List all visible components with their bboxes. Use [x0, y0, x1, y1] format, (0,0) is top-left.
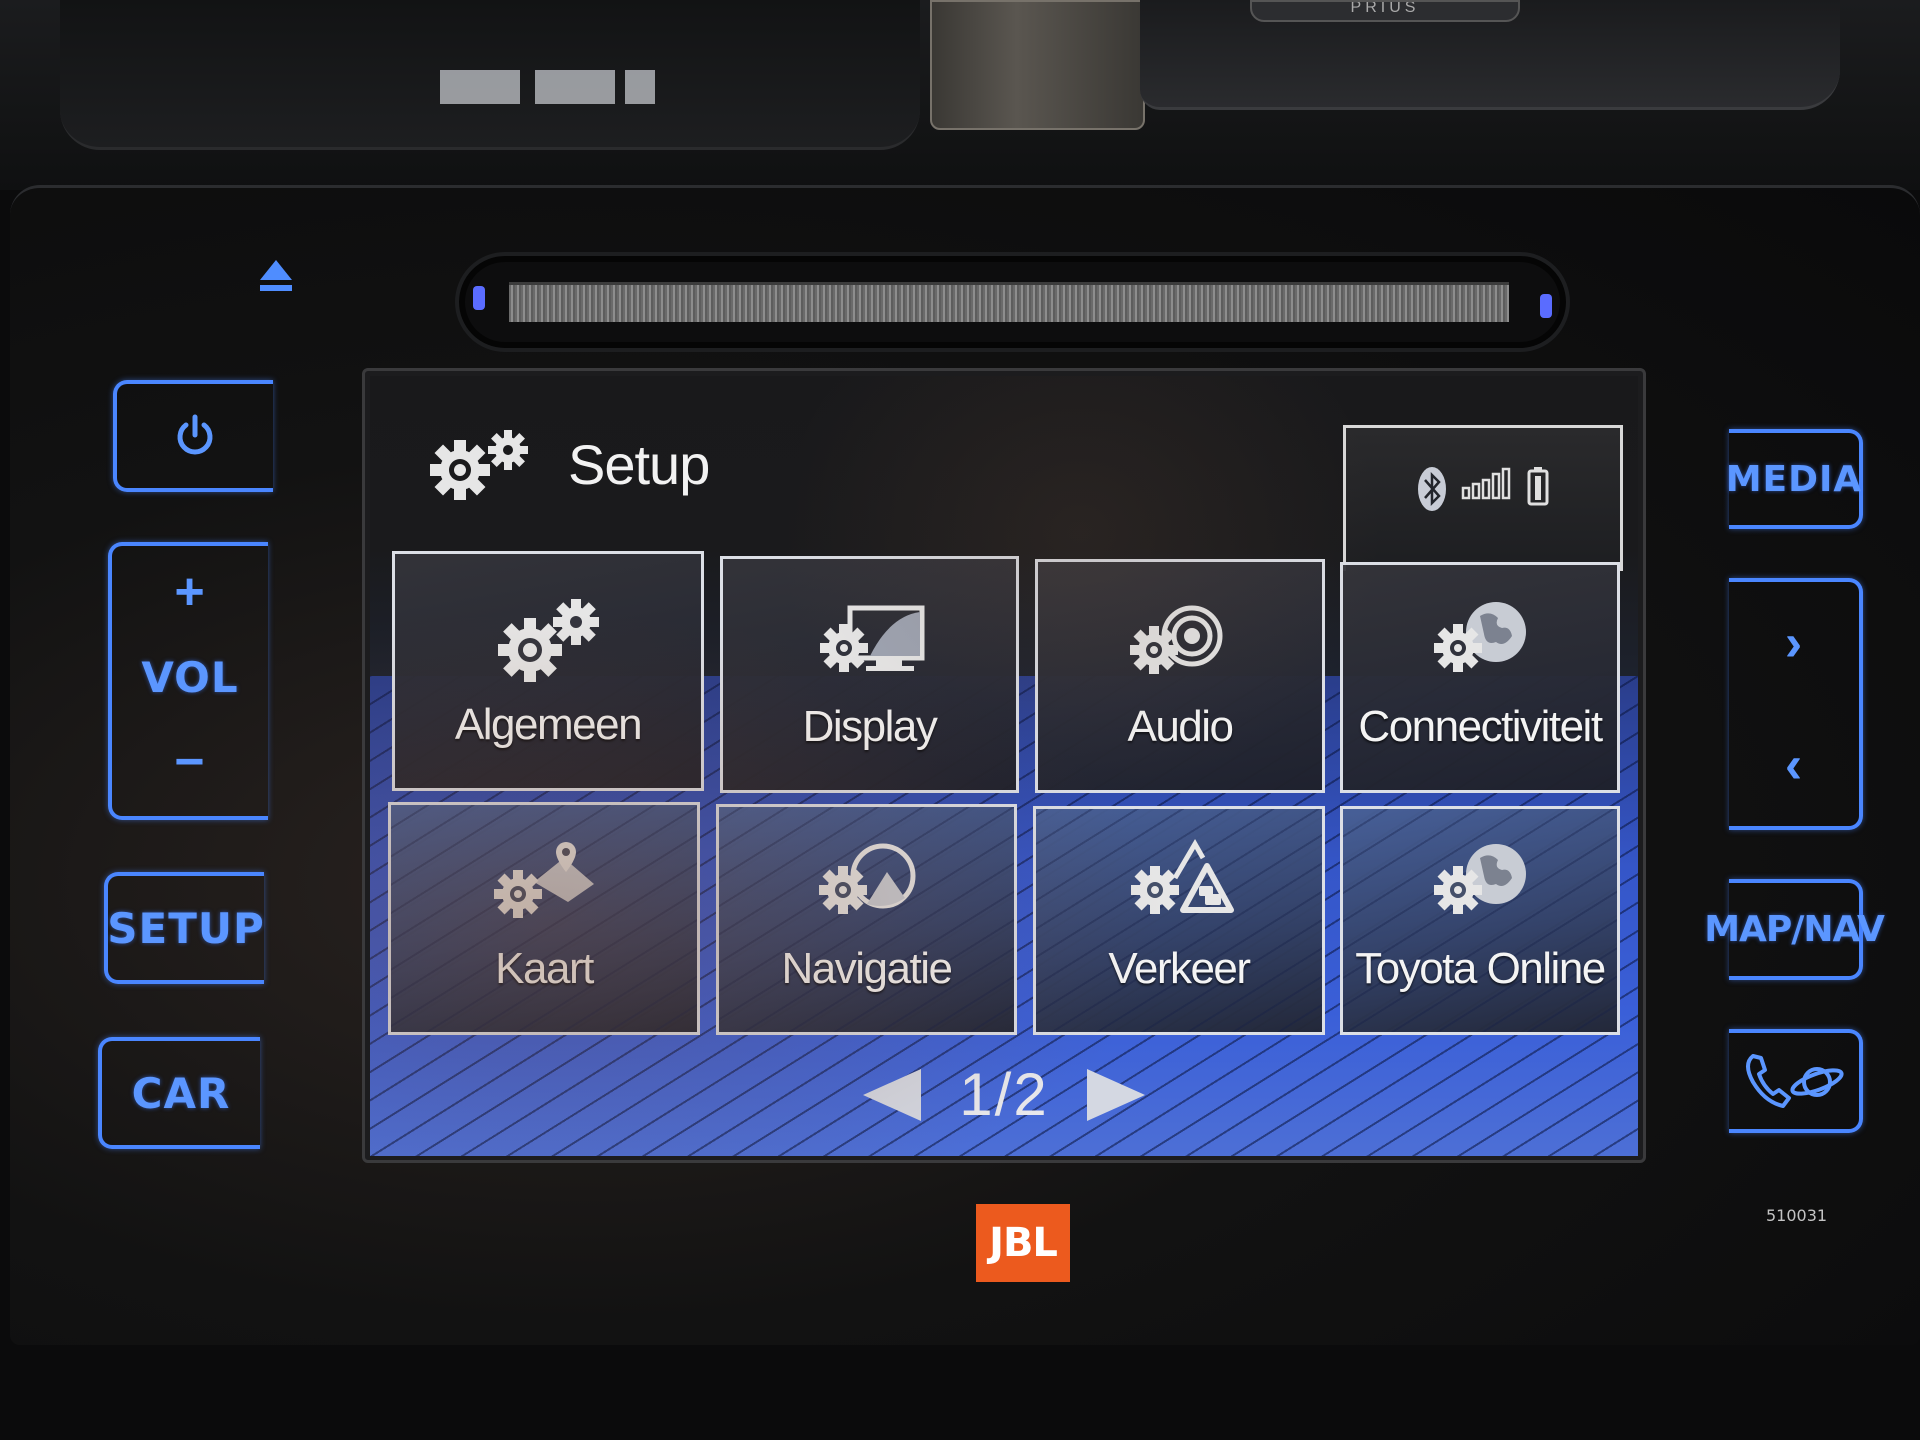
toyota-online-globe-icon: [1434, 844, 1526, 914]
volume-down-button[interactable]: −: [174, 736, 205, 788]
media-button[interactable]: MEDIA: [1725, 429, 1863, 529]
tile-algemeen[interactable]: Algemeen: [392, 551, 704, 791]
seek-next-button[interactable]: ›: [1785, 617, 1803, 669]
setup-button[interactable]: SETUP: [104, 872, 264, 984]
air-vent-left: [60, 0, 920, 150]
tile-label: Verkeer: [1108, 944, 1251, 993]
cd-slot: [455, 252, 1570, 352]
traffic-settings-icon: [1131, 839, 1234, 914]
general-settings-icon: [498, 599, 599, 682]
car-button[interactable]: CAR: [98, 1037, 260, 1149]
car-button-label: CAR: [131, 1068, 231, 1118]
phone-apps-icon: [1746, 1054, 1844, 1108]
cd-slot-light: [473, 286, 485, 310]
signal-strength-icon: [1461, 467, 1511, 500]
tile-label: Toyota Online: [1355, 944, 1606, 993]
tile-label: Display: [802, 702, 938, 751]
phone-apps-button[interactable]: [1729, 1029, 1863, 1133]
dashboard-top: PRIUS: [0, 0, 1920, 190]
bluetooth-icon: [1418, 467, 1446, 511]
tile-navigatie[interactable]: Navigatie: [716, 804, 1017, 1035]
audio-settings-icon: [1130, 605, 1223, 674]
tile-label: Kaart: [495, 944, 594, 993]
gears-icon: [430, 430, 528, 500]
next-page-button[interactable]: [1083, 1067, 1147, 1123]
volume-up-button[interactable]: +: [174, 566, 205, 618]
tile-kaart[interactable]: Kaart: [388, 802, 700, 1035]
tile-verkeer[interactable]: Verkeer: [1033, 806, 1325, 1035]
seek-control: › ‹: [1729, 578, 1863, 830]
serial-number: 510031: [1766, 1206, 1828, 1225]
vent-slat: [535, 70, 615, 104]
eject-button[interactable]: [256, 256, 296, 296]
navigation-settings-icon: [818, 843, 915, 914]
tile-audio[interactable]: Audio: [1035, 559, 1325, 793]
setup-button-label: SETUP: [107, 903, 265, 953]
tile-display[interactable]: Display: [720, 556, 1019, 793]
phone-holder-clip: [930, 0, 1145, 130]
previous-page-button[interactable]: [861, 1067, 925, 1123]
volume-control: + VOL −: [108, 542, 268, 820]
status-area[interactable]: [1343, 425, 1623, 571]
page-indicator: 1/2: [959, 1061, 1049, 1128]
tile-connectiviteit[interactable]: Connectiviteit: [1340, 562, 1620, 793]
media-button-label: MEDIA: [1725, 458, 1863, 500]
map-nav-button[interactable]: MAP/NAV: [1704, 879, 1885, 980]
vehicle-badge: PRIUS: [1250, 0, 1520, 22]
vent-slat: [625, 70, 655, 104]
cd-slot-light: [1540, 294, 1552, 318]
tile-label: Navigatie: [781, 944, 953, 993]
battery-icon: [1527, 467, 1549, 506]
eject-icon: [260, 260, 292, 291]
arrow-right-icon: [1086, 1068, 1145, 1121]
seek-previous-button[interactable]: ‹: [1785, 739, 1803, 791]
power-button[interactable]: [113, 380, 273, 492]
tile-label: Audio: [1127, 702, 1234, 751]
vent-slat: [440, 70, 520, 104]
volume-label: VOL: [141, 652, 239, 702]
arrow-left-icon: [863, 1068, 922, 1121]
display-settings-icon: [819, 605, 924, 672]
power-icon: [177, 414, 213, 455]
tile-label: Algemeen: [454, 700, 643, 749]
tile-label: Connectiviteit: [1358, 702, 1603, 751]
map-settings-icon: [494, 842, 594, 918]
pagination: 1/2: [370, 1060, 1638, 1129]
tile-toyota-online[interactable]: Toyota Online: [1340, 806, 1620, 1035]
jbl-logo: JBL: [976, 1204, 1070, 1282]
connectivity-globe-icon: [1434, 602, 1526, 672]
page-title: Setup: [568, 432, 710, 496]
screen-header: Setup: [428, 428, 710, 500]
cd-slot-opening: [509, 282, 1509, 322]
touchscreen: Setup Algemeen Display Audio Connectivit…: [370, 376, 1638, 1156]
map-nav-button-label: MAP/NAV: [1704, 909, 1885, 950]
